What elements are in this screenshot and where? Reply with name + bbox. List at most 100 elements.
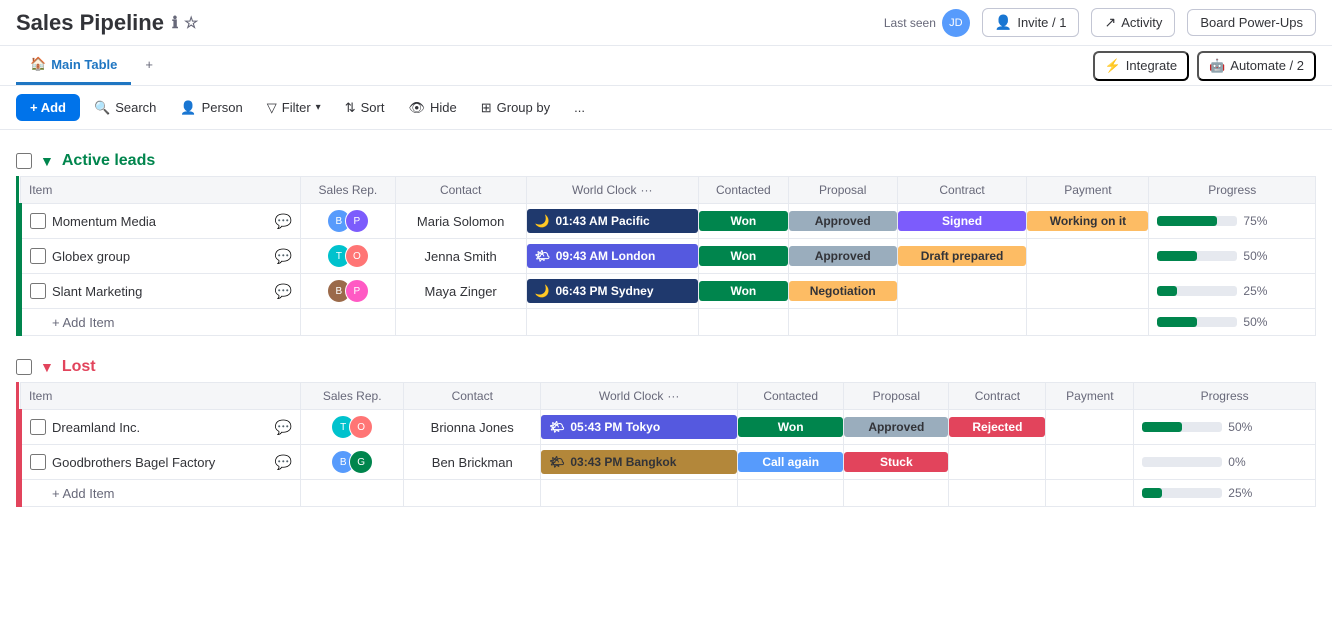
badge-proposal: Approved: [844, 417, 948, 437]
progress-percent: 50%: [1228, 420, 1258, 434]
col-item: Item: [21, 383, 301, 410]
info-icon[interactable]: ℹ: [172, 13, 178, 33]
progress-bar-bg: [1157, 286, 1237, 296]
col-contacted: Contacted: [738, 383, 844, 410]
add-button[interactable]: + Add: [16, 94, 80, 121]
badge-contacted: Won: [699, 211, 788, 231]
progress-percent: 25%: [1243, 284, 1273, 298]
contacted-cell: Won: [699, 274, 789, 309]
group-header-lost[interactable]: ▼ Lost: [0, 352, 1332, 382]
badge-contract: Rejected: [949, 417, 1045, 437]
hide-button[interactable]: 👁 Hide: [398, 95, 466, 121]
group-by-button[interactable]: ⊞ Group by: [471, 95, 560, 121]
row-checkbox[interactable]: [30, 248, 46, 264]
payment-cell: [1027, 274, 1149, 309]
progress-bar-bg: [1142, 457, 1222, 467]
group-checkbox-active-leads[interactable]: [16, 153, 32, 169]
activity-button[interactable]: ↗ Activity: [1091, 8, 1175, 37]
table-row: Slant Marketing 💬 BP Maya Zinger 🌙 06:43…: [21, 274, 1316, 309]
item-cell: Globex group 💬: [21, 239, 301, 274]
col-contact: Contact: [404, 383, 541, 410]
contract-cell: Rejected: [949, 410, 1046, 445]
row-checkbox[interactable]: [30, 283, 46, 299]
clock-cell: 🌙 06:43 PM Sydney: [527, 279, 699, 303]
group-collapse-icon[interactable]: ▼: [40, 153, 54, 169]
item-name: Slant Marketing: [52, 284, 142, 299]
add-progress-bar-bg: [1142, 488, 1222, 498]
app-title-text: Sales Pipeline: [16, 10, 164, 36]
comment-icon[interactable]: 💬: [275, 283, 292, 300]
tab-main-table[interactable]: 🏠 Main Table: [16, 46, 131, 85]
add-item-cell[interactable]: + Add Item: [21, 309, 301, 336]
comment-icon[interactable]: 💬: [275, 248, 292, 265]
table-wrap-active-leads: Item Sales Rep. Contact World Clock ··· …: [16, 176, 1332, 336]
proposal-cell: Stuck: [844, 445, 949, 480]
add-item-row[interactable]: + Add Item 25%: [21, 480, 1316, 507]
col-proposal: Proposal: [788, 177, 897, 204]
badge-contacted: Won: [738, 417, 843, 437]
badge-contacted: Won: [699, 246, 788, 266]
badge-proposal: Approved: [789, 211, 897, 231]
comment-icon[interactable]: 💬: [275, 454, 292, 471]
avatars-group: TO: [309, 415, 395, 439]
add-item-row[interactable]: + Add Item 50%: [21, 309, 1316, 336]
integrate-button[interactable]: ⚡ Integrate: [1093, 51, 1190, 81]
world-clock-more[interactable]: ···: [667, 389, 679, 403]
app-title-icons: ℹ ☆: [172, 13, 198, 33]
add-item-label[interactable]: + Add Item: [52, 486, 115, 501]
group-title-lost: Lost: [62, 358, 96, 376]
row-checkbox[interactable]: [30, 454, 46, 470]
search-button[interactable]: 🔍 Search: [84, 95, 166, 121]
group-header-active-leads[interactable]: ▼ Active leads: [0, 146, 1332, 176]
row-checkbox[interactable]: [30, 213, 46, 229]
badge-contacted: Call again: [738, 452, 843, 472]
integrate-icon: ⚡: [1105, 58, 1121, 74]
group-collapse-icon[interactable]: ▼: [40, 359, 54, 375]
progress-bar-fill: [1142, 422, 1182, 432]
progress-bar-bg: [1157, 216, 1237, 226]
tab-right-buttons: ⚡ Integrate 🤖 Automate / 2: [1093, 51, 1316, 81]
contract-cell: [949, 445, 1046, 480]
add-item-cell[interactable]: + Add Item: [21, 480, 301, 507]
clock-cell-wrap: 🌙 06:43 PM Sydney: [526, 274, 699, 309]
col-contract: Contract: [897, 177, 1027, 204]
progress-bar-bg: [1142, 422, 1222, 432]
avatars-group: BP: [309, 209, 387, 233]
filter-button[interactable]: ▽ Filter ▾: [257, 95, 331, 121]
clock-cell: 🌤 05:43 PM Tokyo: [541, 415, 737, 439]
badge-proposal: Approved: [789, 246, 897, 266]
badge-payment: Working on it: [1027, 211, 1148, 231]
world-clock-more[interactable]: ···: [640, 183, 652, 197]
group-checkbox-lost[interactable]: [16, 359, 32, 375]
progress-percent: 0%: [1228, 455, 1258, 469]
proposal-cell: Negotiation: [788, 274, 897, 309]
clock-icon: 🌤: [549, 455, 564, 469]
item-name: Globex group: [52, 249, 130, 264]
invite-button[interactable]: 👤 Invite / 1: [982, 8, 1080, 37]
row-checkbox[interactable]: [30, 419, 46, 435]
sort-button[interactable]: ⇅ Sort: [335, 95, 395, 121]
clock-time: 01:43 AM Pacific: [555, 214, 649, 228]
add-item-label[interactable]: + Add Item: [52, 315, 115, 330]
automate-button[interactable]: 🤖 Automate / 2: [1197, 51, 1316, 81]
sales-rep-cell: BP: [301, 274, 396, 309]
contract-cell: Signed: [897, 204, 1027, 239]
contact-cell: Brionna Jones: [404, 410, 541, 445]
home-icon: 🏠: [30, 56, 46, 72]
board-powerups-button[interactable]: Board Power-Ups: [1187, 9, 1316, 36]
person-button[interactable]: 👤 Person: [170, 95, 252, 121]
more-button[interactable]: ...: [564, 95, 595, 120]
hide-icon: 👁: [408, 100, 425, 116]
comment-icon[interactable]: 💬: [275, 213, 292, 230]
star-icon[interactable]: ☆: [184, 13, 198, 33]
search-icon: 🔍: [94, 100, 110, 116]
item-name: Momentum Media: [52, 214, 156, 229]
table-wrap-lost: Item Sales Rep. Contact World Clock ··· …: [16, 382, 1332, 507]
tab-add[interactable]: +: [131, 47, 167, 85]
col-world-clock: World Clock ···: [526, 177, 699, 204]
add-progress-bar-fill: [1157, 317, 1197, 327]
col-item: Item: [21, 177, 301, 204]
comment-icon[interactable]: 💬: [275, 419, 292, 436]
contract-cell: [897, 274, 1027, 309]
progress-percent: 50%: [1243, 249, 1273, 263]
